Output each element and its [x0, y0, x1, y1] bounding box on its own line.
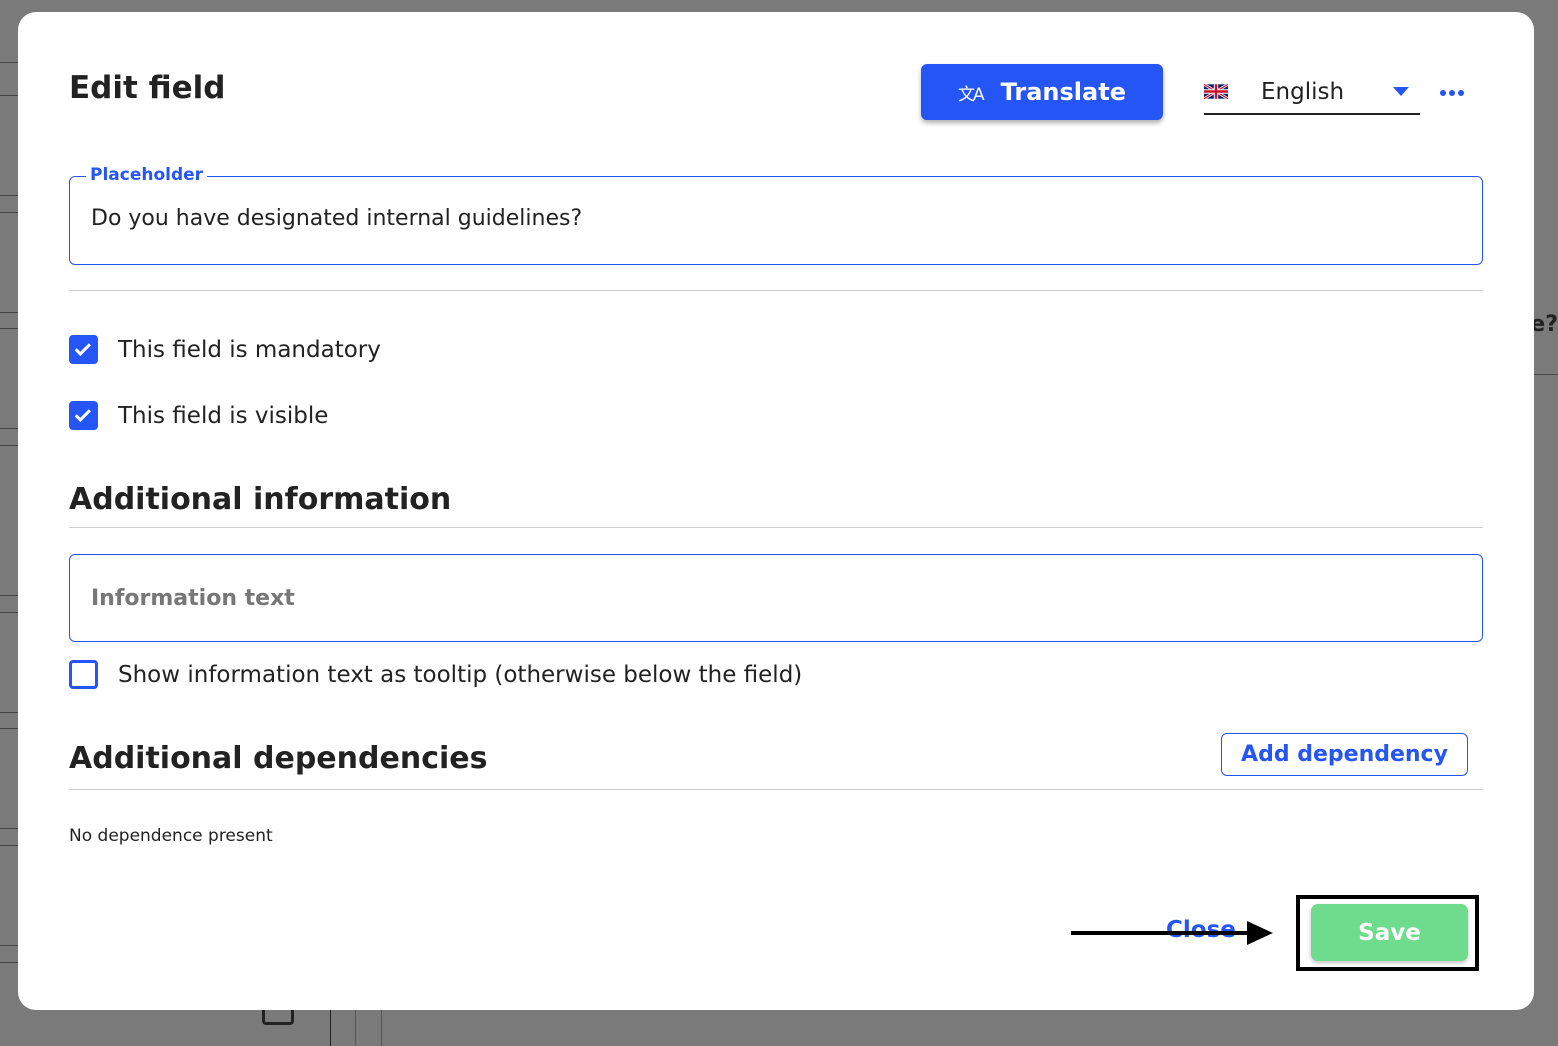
arrow-annotation-icon: [1071, 921, 1273, 945]
bg-divider: [0, 312, 18, 313]
bg-column-line: [381, 1010, 382, 1046]
bg-divider: [0, 212, 18, 213]
bg-divider: [0, 845, 18, 846]
translate-icon: 文A: [958, 84, 985, 105]
placeholder-field-value[interactable]: Do you have designated internal guidelin…: [91, 206, 582, 231]
placeholder-field-label: Placeholder: [86, 165, 208, 185]
bg-divider: [0, 195, 18, 196]
bg-divider: [0, 962, 18, 963]
save-button[interactable]: Save: [1311, 904, 1468, 961]
edit-field-dialog: Edit field 文A Translate English Placehol…: [18, 12, 1534, 1010]
more-options-button[interactable]: [1436, 78, 1468, 108]
placeholder-field[interactable]: Placeholder Do you have designated inter…: [69, 165, 1483, 265]
information-text-input[interactable]: [69, 554, 1483, 642]
bg-divider: [0, 328, 18, 329]
tooltip-checkbox-label: Show information text as tooltip (otherw…: [118, 661, 803, 688]
divider: [69, 527, 1483, 528]
divider: [69, 290, 1483, 291]
more-horizontal-icon: [1449, 90, 1455, 96]
more-horizontal-icon: [1440, 90, 1446, 96]
additional-dependencies-heading: Additional dependencies: [69, 741, 488, 776]
check-icon: [74, 405, 91, 422]
check-icon: [74, 339, 91, 356]
bg-divider: [0, 595, 18, 596]
tooltip-checkbox[interactable]: [69, 660, 98, 689]
divider: [69, 789, 1483, 790]
bg-divider: [0, 612, 18, 613]
bg-column-line: [355, 1010, 356, 1046]
add-dependency-button[interactable]: Add dependency: [1221, 733, 1468, 776]
bg-divider: [0, 712, 18, 713]
uk-flag-icon: [1204, 84, 1228, 99]
visible-checkbox[interactable]: [69, 401, 98, 430]
translate-button[interactable]: 文A Translate: [921, 64, 1163, 120]
visible-checkbox-row[interactable]: This field is visible: [69, 401, 328, 430]
tooltip-checkbox-row[interactable]: Show information text as tooltip (otherw…: [69, 660, 802, 689]
chevron-down-icon: [1393, 87, 1409, 96]
bg-column-line: [330, 1010, 331, 1046]
bg-divider: [0, 445, 18, 446]
no-dependence-text: No dependence present: [69, 826, 273, 846]
mandatory-checkbox[interactable]: [69, 335, 98, 364]
bg-divider: [0, 728, 18, 729]
bg-divider: [1534, 374, 1558, 375]
dialog-title: Edit field: [69, 70, 226, 106]
translate-button-label: Translate: [1000, 78, 1126, 106]
bg-divider: [0, 428, 18, 429]
additional-information-heading: Additional information: [69, 482, 452, 517]
more-horizontal-icon: [1458, 90, 1464, 96]
bg-divider: [0, 95, 18, 96]
mandatory-checkbox-row[interactable]: This field is mandatory: [69, 335, 381, 364]
language-select-value: English: [1261, 78, 1345, 105]
bg-divider: [0, 945, 18, 946]
mandatory-checkbox-label: This field is mandatory: [118, 336, 381, 363]
bg-divider: [0, 62, 18, 63]
language-select[interactable]: English: [1204, 70, 1420, 115]
visible-checkbox-label: This field is visible: [118, 402, 329, 429]
bg-divider: [0, 828, 18, 829]
